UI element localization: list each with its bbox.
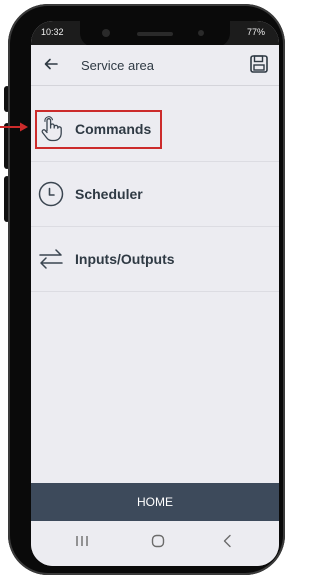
menu-item-label: Commands (75, 121, 152, 137)
back-chevron-icon[interactable] (220, 533, 236, 549)
status-battery: 77% (246, 27, 265, 37)
floppy-disk-icon[interactable] (249, 54, 269, 74)
menu-item-label: Scheduler (75, 186, 143, 202)
recent-apps-icon[interactable] (74, 533, 90, 549)
front-camera-icon (102, 29, 110, 37)
home-button[interactable]: HOME (31, 483, 279, 521)
phone-frame: 10:32 77% Service area Commands Schedule… (8, 4, 285, 575)
service-menu: Commands Scheduler Inputs/Outputs (31, 97, 279, 292)
status-time: 10:32 (41, 27, 64, 37)
camera-notch (80, 21, 230, 47)
clock-icon (38, 181, 64, 207)
home-circle-icon[interactable] (150, 533, 166, 549)
phone-screen: 10:32 77% Service area Commands Schedule… (31, 21, 279, 566)
menu-item-commands[interactable]: Commands (31, 97, 279, 162)
sensor-icon (198, 30, 204, 36)
header-divider (31, 85, 279, 86)
arrow-left-icon[interactable] (43, 56, 59, 72)
menu-item-label: Inputs/Outputs (75, 251, 175, 267)
android-nav-bar (31, 521, 279, 566)
menu-item-scheduler[interactable]: Scheduler (31, 162, 279, 227)
earpiece-speaker (137, 32, 173, 36)
page-title: Service area (81, 58, 154, 73)
home-button-label: HOME (137, 495, 173, 509)
app-header: Service area (31, 45, 279, 85)
pointer-arrow-icon (0, 122, 28, 132)
arrows-exchange-icon (39, 249, 63, 269)
hand-pointer-icon (41, 116, 62, 142)
menu-item-inputs-outputs[interactable]: Inputs/Outputs (31, 227, 279, 292)
